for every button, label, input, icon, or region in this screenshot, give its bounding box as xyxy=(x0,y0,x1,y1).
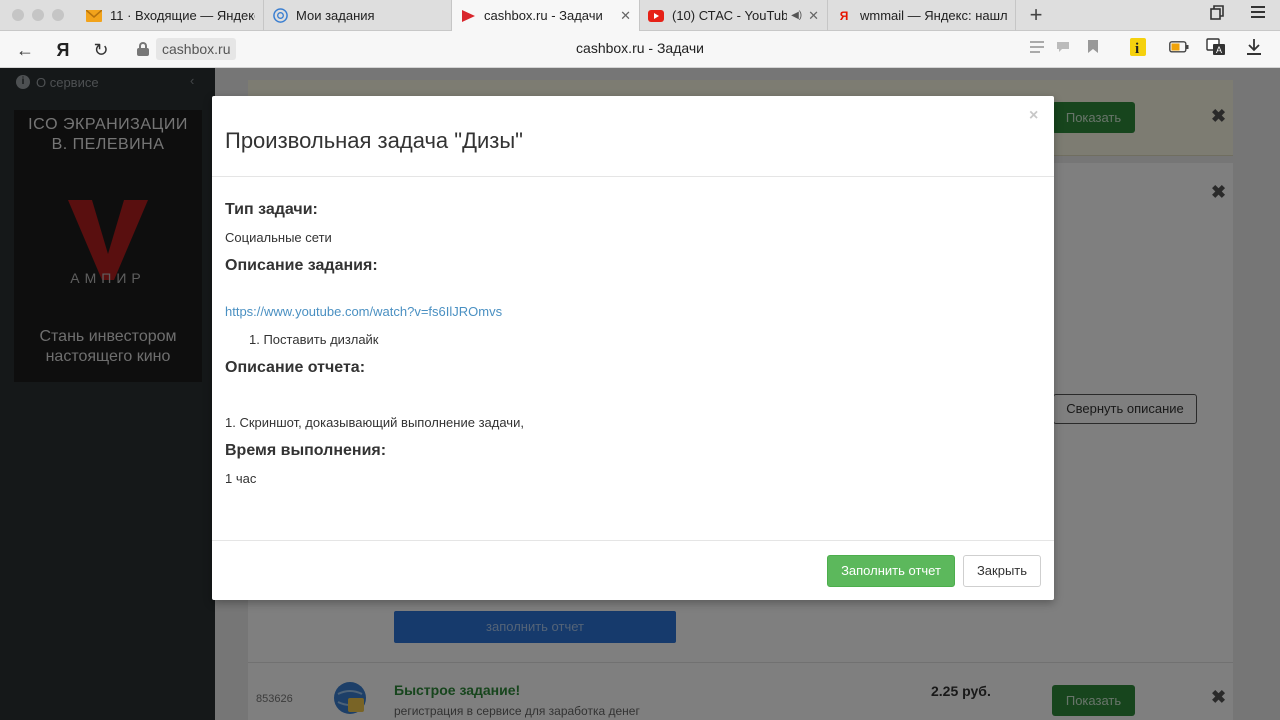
execution-time-value: 1 час xyxy=(225,471,257,486)
new-tab-button[interactable]: + xyxy=(1026,4,1046,26)
modal-close-icon[interactable]: × xyxy=(1029,107,1038,125)
task-description-heading: Описание задания: xyxy=(225,257,378,274)
tab-label: (10) СТАС - YouTub xyxy=(672,8,788,23)
browser-tab-bar: 11 · Входящие — Яндекс Мои задания cashb… xyxy=(0,0,1280,31)
window-zoom-button[interactable] xyxy=(52,9,64,21)
reload-button[interactable]: ↻ xyxy=(90,39,112,61)
tab-yandex-search[interactable]: Я wmmail — Яндекс: нашло xyxy=(828,0,1016,31)
modal-footer: Заполнить отчет Закрыть xyxy=(212,540,1054,600)
window-minimize-button[interactable] xyxy=(32,9,44,21)
tab-my-tasks[interactable]: Мои задания xyxy=(264,0,452,31)
tab-close-icon[interactable]: ✕ xyxy=(808,8,819,24)
task-type-value: Социальные сети xyxy=(225,230,332,245)
tab-label: 11 · Входящие — Яндекс xyxy=(110,8,255,23)
download-icon[interactable] xyxy=(1243,38,1265,60)
globe-icon xyxy=(272,8,288,24)
tab-groups-icon[interactable] xyxy=(1207,5,1227,25)
tab-cashbox-tasks[interactable]: cashbox.ru - Задачи ✕ xyxy=(452,0,640,31)
window-close-button[interactable] xyxy=(12,9,24,21)
task-type-heading: Тип задачи: xyxy=(225,201,318,218)
svg-text:i: i xyxy=(1135,41,1139,56)
play-icon xyxy=(460,8,476,24)
yandex-icon: Я xyxy=(839,8,849,23)
lock-icon xyxy=(137,42,149,56)
report-description-heading: Описание отчета: xyxy=(225,359,366,376)
task-modal: Произвольная задача "Дизы" × Тип задачи:… xyxy=(212,96,1054,600)
tab-label: wmmail — Яндекс: нашло xyxy=(860,8,1007,23)
back-button[interactable]: ← xyxy=(14,39,36,61)
modal-header: Произвольная задача "Дизы" × xyxy=(212,96,1054,177)
task-youtube-link[interactable]: https://www.youtube.com/watch?v=fs6IlJRO… xyxy=(225,304,502,319)
reader-mode-icon[interactable] xyxy=(1027,40,1047,58)
yandex-home-button[interactable]: Я xyxy=(52,39,74,61)
bookmark-icon[interactable] xyxy=(1083,40,1103,58)
translate-icon[interactable]: A xyxy=(1205,38,1227,60)
report-description-value: 1. Скриншот, доказывающий выполнение зад… xyxy=(225,415,524,430)
comment-icon[interactable] xyxy=(1053,40,1073,58)
battery-icon[interactable] xyxy=(1168,38,1190,60)
url-domain[interactable]: cashbox.ru xyxy=(156,38,237,60)
svg-text:A: A xyxy=(1216,45,1222,55)
fill-report-button[interactable]: Заполнить отчет xyxy=(827,555,955,587)
speaker-icon[interactable]: ◀) xyxy=(791,10,802,21)
task-step-item: 1. Поставить дизлайк xyxy=(249,332,379,347)
menu-icon[interactable] xyxy=(1248,5,1268,25)
youtube-icon xyxy=(648,8,664,24)
tab-close-icon[interactable]: ✕ xyxy=(620,8,631,24)
tab-label: Мои задания xyxy=(296,8,375,23)
mail-icon xyxy=(86,8,102,24)
extension-i-icon[interactable]: i xyxy=(1127,38,1149,60)
tab-youtube[interactable]: (10) СТАС - YouTub ◀) ✕ xyxy=(640,0,828,31)
execution-time-heading: Время выполнения: xyxy=(225,442,387,459)
tab-label: cashbox.ru - Задачи xyxy=(484,8,603,23)
modal-title: Произвольная задача "Дизы" xyxy=(225,128,523,153)
tab-yandex-mail[interactable]: 11 · Входящие — Яндекс xyxy=(78,0,264,31)
close-modal-button[interactable]: Закрыть xyxy=(963,555,1041,587)
address-page-title[interactable]: cashbox.ru - Задачи xyxy=(440,40,840,56)
